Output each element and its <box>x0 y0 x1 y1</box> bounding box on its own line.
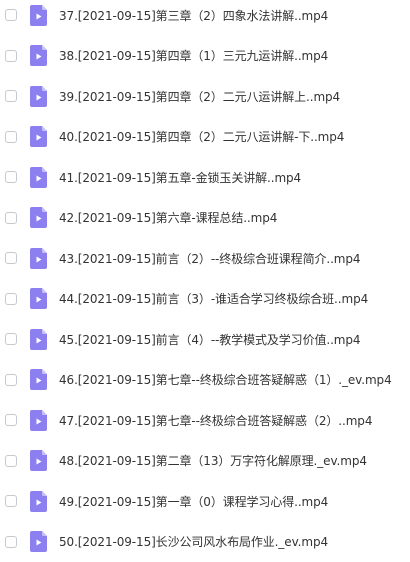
video-file-icon <box>30 288 47 309</box>
video-file-icon <box>30 207 47 228</box>
row-checkbox[interactable] <box>5 374 17 386</box>
row-checkbox[interactable] <box>5 536 17 548</box>
file-row[interactable]: 39.[2021-09-15]第四章（2）二元八运讲解上..mp4 <box>0 76 410 117</box>
row-checkbox[interactable] <box>5 414 17 426</box>
video-file-icon <box>30 491 47 512</box>
row-checkbox[interactable] <box>5 171 17 183</box>
row-checkbox[interactable] <box>5 90 17 102</box>
file-row[interactable]: 49.[2021-09-15]第一章（0）课程学习心得..mp4 <box>0 481 410 522</box>
video-file-icon <box>30 5 47 26</box>
file-row[interactable]: 43.[2021-09-15]前言（2）--终极综合班课程简介..mp4 <box>0 238 410 279</box>
file-row[interactable]: 50.[2021-09-15]长沙公司风水布局作业._ev.mp4 <box>0 522 410 562</box>
video-file-icon <box>30 450 47 471</box>
row-checkbox[interactable] <box>5 455 17 467</box>
file-name[interactable]: 49.[2021-09-15]第一章（0）课程学习心得..mp4 <box>59 493 328 510</box>
file-name[interactable]: 47.[2021-09-15]第七章--终极综合班答疑解惑（2）..mp4 <box>59 412 372 429</box>
row-checkbox[interactable] <box>5 9 17 21</box>
file-row[interactable]: 41.[2021-09-15]第五章-金锁玉关讲解..mp4 <box>0 157 410 198</box>
video-file-icon <box>30 126 47 147</box>
file-row[interactable]: 47.[2021-09-15]第七章--终极综合班答疑解惑（2）..mp4 <box>0 400 410 441</box>
file-name[interactable]: 48.[2021-09-15]第二章（13）万字符化解原理._ev.mp4 <box>59 452 367 469</box>
file-row[interactable]: 42.[2021-09-15]第六章-课程总结..mp4 <box>0 198 410 239</box>
row-checkbox[interactable] <box>5 333 17 345</box>
file-name[interactable]: 50.[2021-09-15]长沙公司风水布局作业._ev.mp4 <box>59 533 328 550</box>
video-file-icon <box>30 369 47 390</box>
video-file-icon <box>30 329 47 350</box>
video-file-icon <box>30 531 47 552</box>
file-name[interactable]: 41.[2021-09-15]第五章-金锁玉关讲解..mp4 <box>59 169 301 186</box>
file-row[interactable]: 46.[2021-09-15]第七章--终极综合班答疑解惑（1）._ev.mp4 <box>0 360 410 401</box>
file-row[interactable]: 40.[2021-09-15]第四章（2）二元八运讲解-下..mp4 <box>0 117 410 158</box>
row-checkbox[interactable] <box>5 495 17 507</box>
file-name[interactable]: 37.[2021-09-15]第三章（2）四象水法讲解..mp4 <box>59 7 328 24</box>
file-row[interactable]: 45.[2021-09-15]前言（4）--教学模式及学习价值..mp4 <box>0 319 410 360</box>
file-row[interactable]: 44.[2021-09-15]前言（3）-谁适合学习终极综合班..mp4 <box>0 279 410 320</box>
video-file-icon <box>30 86 47 107</box>
row-checkbox[interactable] <box>5 293 17 305</box>
file-name[interactable]: 45.[2021-09-15]前言（4）--教学模式及学习价值..mp4 <box>59 331 360 348</box>
file-row[interactable]: 38.[2021-09-15]第四章（1）三元九运讲解..mp4 <box>0 36 410 77</box>
file-name[interactable]: 43.[2021-09-15]前言（2）--终极综合班课程简介..mp4 <box>59 250 360 267</box>
file-row[interactable]: 37.[2021-09-15]第三章（2）四象水法讲解..mp4 <box>0 0 410 36</box>
file-name[interactable]: 42.[2021-09-15]第六章-课程总结..mp4 <box>59 209 277 226</box>
row-checkbox[interactable] <box>5 252 17 264</box>
video-file-icon <box>30 167 47 188</box>
video-file-icon <box>30 45 47 66</box>
file-list: 37.[2021-09-15]第三章（2）四象水法讲解..mp4 38.[202… <box>0 0 410 562</box>
video-file-icon <box>30 248 47 269</box>
video-file-icon <box>30 410 47 431</box>
file-name[interactable]: 46.[2021-09-15]第七章--终极综合班答疑解惑（1）._ev.mp4 <box>59 371 392 388</box>
file-name[interactable]: 39.[2021-09-15]第四章（2）二元八运讲解上..mp4 <box>59 88 340 105</box>
file-name[interactable]: 40.[2021-09-15]第四章（2）二元八运讲解-下..mp4 <box>59 128 344 145</box>
file-row[interactable]: 48.[2021-09-15]第二章（13）万字符化解原理._ev.mp4 <box>0 441 410 482</box>
row-checkbox[interactable] <box>5 212 17 224</box>
row-checkbox[interactable] <box>5 131 17 143</box>
file-name[interactable]: 44.[2021-09-15]前言（3）-谁适合学习终极综合班..mp4 <box>59 290 368 307</box>
file-name[interactable]: 38.[2021-09-15]第四章（1）三元九运讲解..mp4 <box>59 47 328 64</box>
row-checkbox[interactable] <box>5 50 17 62</box>
